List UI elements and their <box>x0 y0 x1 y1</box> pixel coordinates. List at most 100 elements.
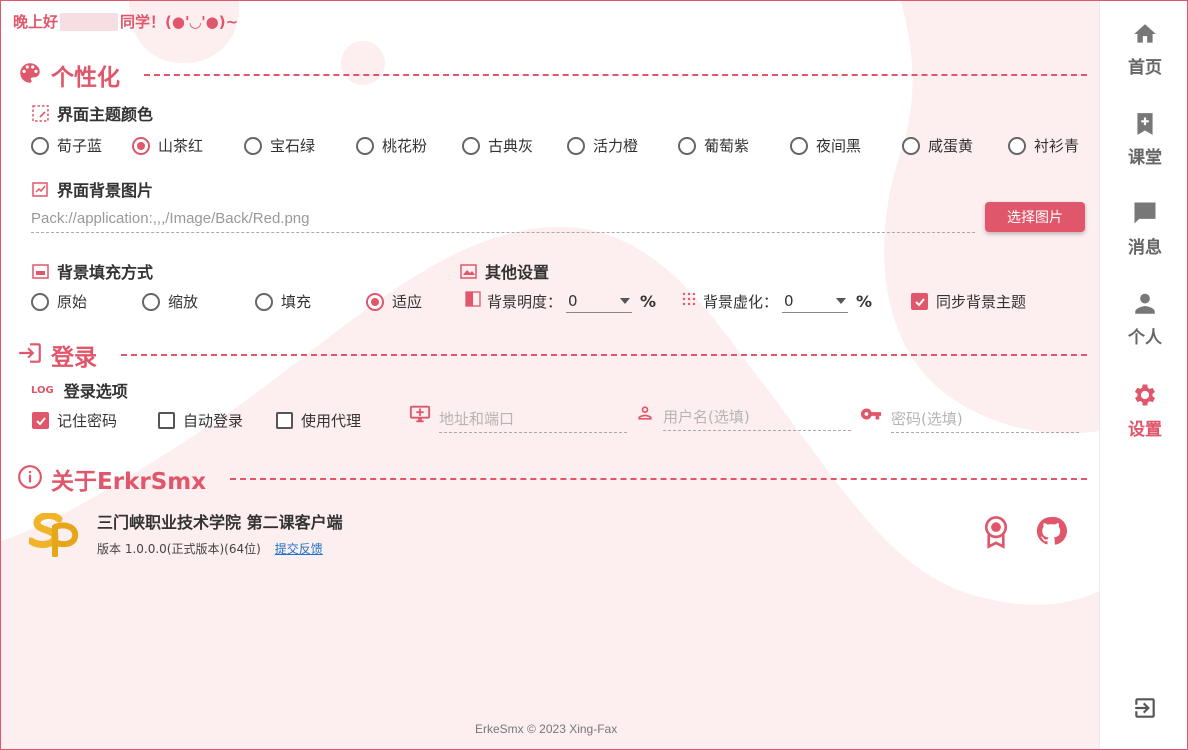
other-settings-heading-label: 其他设置 <box>485 263 550 282</box>
fill-mode-heading-label: 背景填充方式 <box>57 263 154 282</box>
image-fill-icon <box>31 262 49 280</box>
person-icon <box>635 403 655 427</box>
feedback-link[interactable]: 提交反馈 <box>275 540 323 557</box>
key-icon <box>859 403 883 429</box>
section-divider <box>144 74 1087 76</box>
palette-icon <box>17 60 43 90</box>
address-input[interactable] <box>439 405 627 433</box>
remember-password-checkbox[interactable]: 记住密码 <box>32 410 117 431</box>
password-field <box>859 403 1079 433</box>
brightness-label: 背景明度： <box>487 292 563 311</box>
app-name: 三门峡职业技术学院 第二课客户端 <box>97 513 343 532</box>
section-about: 关于ErkrSmx <box>17 462 1087 496</box>
theme-radio-group: 荀子蓝 山茶红 宝石绿 桃花粉 古典灰 活力橙 葡萄紫 夜间黑 咸蛋黄 衬衫青 <box>31 135 1079 156</box>
section-divider <box>230 478 1087 480</box>
nav-item-settings[interactable]: 设置 <box>1100 381 1187 440</box>
login-options-heading-label: 登录选项 <box>63 382 128 401</box>
fill-option-selected[interactable]: 适应 <box>366 291 422 312</box>
use-proxy-label: 使用代理 <box>301 412 362 430</box>
home-icon <box>1131 21 1159 51</box>
blur-percent: % <box>856 291 873 311</box>
background-image-heading: 界面背景图片 <box>31 177 153 201</box>
landscape-icon <box>459 262 477 280</box>
log-badge: LOG <box>31 384 54 396</box>
app-window: 晚上好 同学！(●'◡'●)~ 个性化 界面主题颜色 荀子蓝 山茶红 宝石绿 桃… <box>0 0 1188 750</box>
blur-setting: 背景虚化： 0 % <box>681 289 872 313</box>
theme-option[interactable]: 衬衫青 <box>1008 135 1079 156</box>
theme-option[interactable]: 咸蛋黄 <box>902 135 1008 156</box>
blur-value: 0 <box>784 291 794 310</box>
nav-item-classroom[interactable]: 课堂 <box>1100 111 1187 168</box>
theme-option[interactable]: 桃花粉 <box>356 135 462 156</box>
settings-panel: 晚上好 同学！(●'◡'●)~ 个性化 界面主题颜色 荀子蓝 山茶红 宝石绿 桃… <box>1 1 1099 749</box>
sync-theme-label: 同步背景主题 <box>936 293 1027 311</box>
fill-option[interactable]: 缩放 <box>142 291 255 312</box>
chevron-down-icon <box>620 297 631 304</box>
logout-button[interactable] <box>1100 695 1187 725</box>
username-input[interactable] <box>663 403 851 431</box>
app-logo <box>27 512 79 561</box>
section-personalize: 个性化 <box>17 58 1087 92</box>
info-icon <box>17 464 43 494</box>
theme-option[interactable]: 荀子蓝 <box>31 135 132 156</box>
remember-password-label: 记住密码 <box>57 412 118 430</box>
address-field <box>409 403 627 433</box>
sidebar-nav: 首页 课堂 消息 个人 设置 <box>1099 1 1187 749</box>
sync-theme-checkbox[interactable]: 同步背景主题 <box>911 291 1026 312</box>
section-login: 登录 <box>17 338 1087 372</box>
fill-option[interactable]: 原始 <box>31 291 142 312</box>
theme-heading-label: 界面主题颜色 <box>57 105 154 124</box>
blur-label: 背景虚化： <box>703 292 779 311</box>
choose-image-button[interactable]: 选择图片 <box>985 202 1085 232</box>
checkmark-icon <box>32 412 49 429</box>
fill-mode-radio-group: 原始 缩放 填充 适应 <box>31 291 422 312</box>
greeting-text: 晚上好 同学！(●'◡'●)~ <box>13 11 238 32</box>
brightness-combo[interactable]: 0 <box>566 289 633 313</box>
image-edit-icon <box>31 180 49 198</box>
checkmark-icon <box>911 293 928 310</box>
nav-item-profile[interactable]: 个人 <box>1100 291 1187 348</box>
theme-color-heading: 界面主题颜色 <box>31 101 153 125</box>
section-divider <box>121 354 1087 356</box>
server-icon <box>409 403 431 429</box>
brightness-percent: % <box>640 291 657 311</box>
theme-option[interactable]: 活力橙 <box>567 135 678 156</box>
theme-option[interactable]: 夜间黑 <box>790 135 902 156</box>
theme-option[interactable]: 古典灰 <box>462 135 567 156</box>
auto-login-label: 自动登录 <box>183 412 244 430</box>
github-icon[interactable] <box>1035 515 1067 551</box>
footer-copyright: ErkeSmx © 2023 Xing-Fax <box>475 722 618 736</box>
auto-login-checkbox[interactable]: 自动登录 <box>158 410 243 431</box>
award-icon[interactable] <box>981 515 1011 553</box>
chevron-down-icon <box>836 297 847 304</box>
other-settings-heading: 其他设置 <box>459 259 549 283</box>
blur-icon <box>681 291 697 311</box>
blur-combo[interactable]: 0 <box>782 289 849 313</box>
section-title-personalize: 个性化 <box>51 65 120 91</box>
fill-option[interactable]: 填充 <box>255 291 366 312</box>
fill-mode-heading: 背景填充方式 <box>31 259 153 283</box>
username-field <box>635 403 851 431</box>
use-proxy-checkbox[interactable]: 使用代理 <box>276 410 361 431</box>
brightness-value: 0 <box>568 291 578 310</box>
section-title-login: 登录 <box>51 345 97 371</box>
theme-option[interactable]: 宝石绿 <box>244 135 356 156</box>
version-info: 版本 1.0.0.0(正式版本)(64位) 提交反馈 <box>97 540 323 557</box>
password-input[interactable] <box>891 405 1079 433</box>
background-path-input[interactable] <box>31 205 975 233</box>
select-area-icon <box>31 104 49 122</box>
message-icon <box>1131 199 1159 231</box>
section-title-about: 关于ErkrSmx <box>51 469 207 495</box>
login-icon <box>17 340 43 370</box>
person-icon <box>1131 291 1159 321</box>
nav-item-home[interactable]: 首页 <box>1100 21 1187 78</box>
logout-icon <box>1132 695 1158 725</box>
username-blurred <box>60 12 119 31</box>
theme-option-selected[interactable]: 山茶红 <box>132 135 244 156</box>
nav-item-messages[interactable]: 消息 <box>1100 199 1187 258</box>
brightness-setting: 背景明度： 0 % <box>465 289 656 313</box>
greeting-prefix: 晚上好 <box>13 13 59 31</box>
version-text: 版本 1.0.0.0(正式版本)(64位) <box>97 542 261 556</box>
theme-option[interactable]: 葡萄紫 <box>678 135 790 156</box>
login-options-heading: LOG 登录选项 <box>31 378 128 402</box>
